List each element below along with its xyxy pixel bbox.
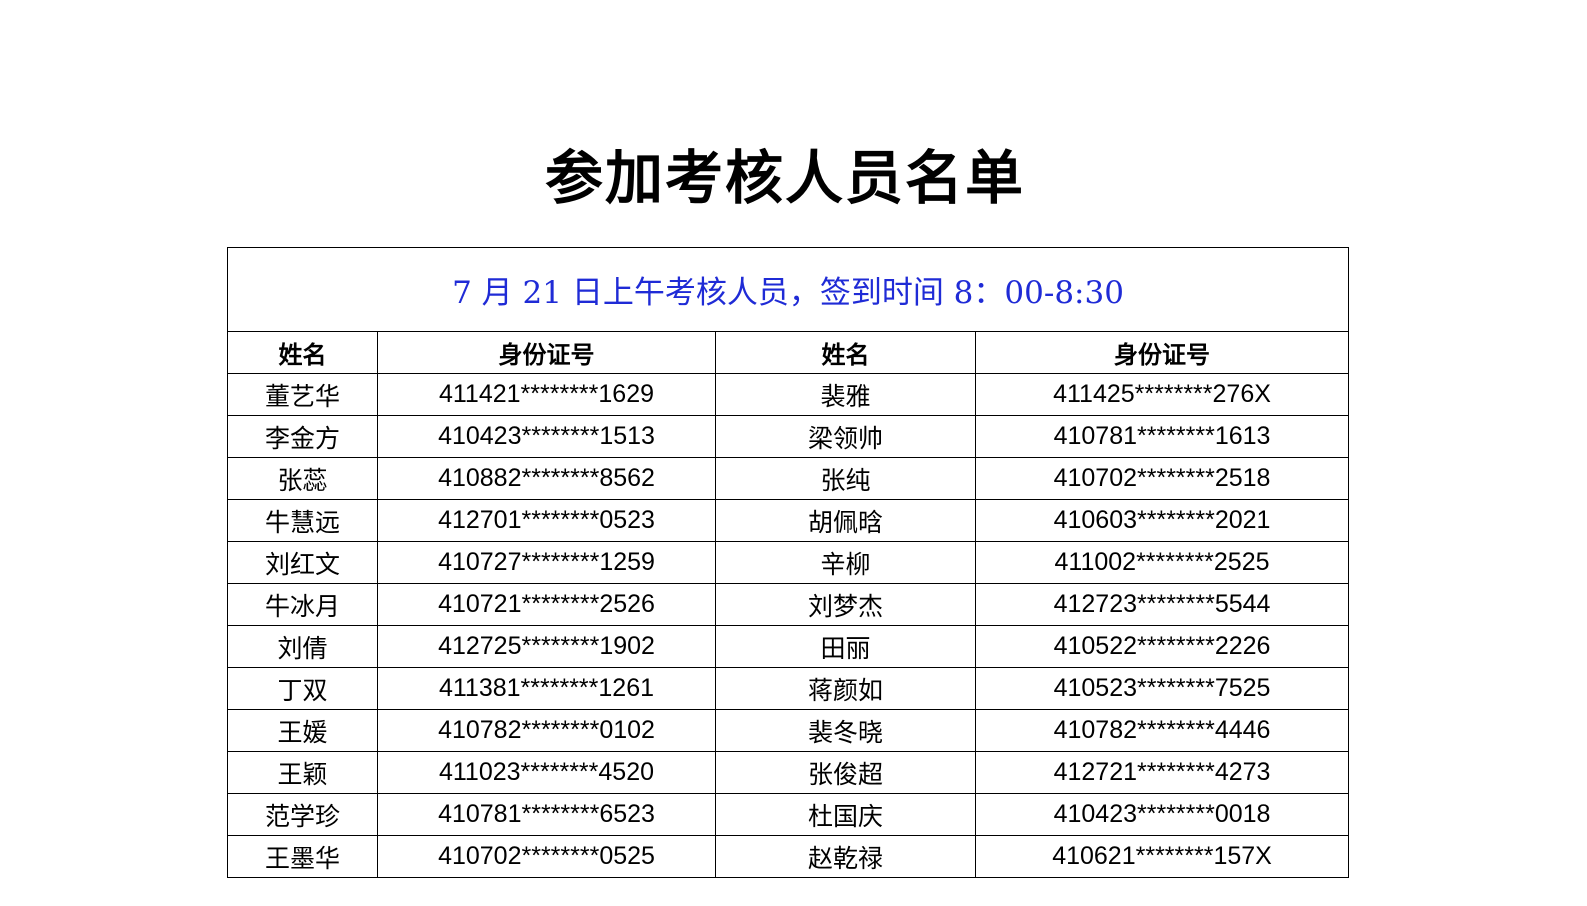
left-name-cell: 李金方 bbox=[227, 415, 378, 458]
left-name-cell: 董艺华 bbox=[227, 373, 378, 416]
column-header-name-right: 姓名 bbox=[715, 331, 976, 374]
right-id-cell: 410621********157X bbox=[974, 835, 1350, 878]
left-id-cell: 411381********1261 bbox=[377, 667, 716, 710]
left-id-cell: 410702********0525 bbox=[377, 835, 716, 878]
left-name-cell: 王颖 bbox=[227, 751, 378, 794]
table-row: 王颖 411023********4520 张俊超 412721********427… bbox=[227, 751, 1350, 794]
left-name-cell: 王墨华 bbox=[227, 835, 378, 878]
right-id-cell: 410523********7525 bbox=[974, 667, 1350, 710]
left-name-cell: 张蕊 bbox=[227, 457, 378, 500]
right-name-cell: 蒋颜如 bbox=[715, 667, 976, 710]
right-name-cell: 辛柳 bbox=[715, 541, 976, 584]
left-id-cell: 410781********6523 bbox=[377, 793, 716, 836]
left-id-cell: 412725********1902 bbox=[377, 625, 716, 668]
table-row: 张蕊 410882********8562 张纯 410702********2518 bbox=[227, 457, 1350, 500]
left-id-cell: 410882********8562 bbox=[377, 457, 716, 500]
left-id-cell: 412701********0523 bbox=[377, 499, 716, 542]
right-id-cell: 410522********2226 bbox=[974, 625, 1350, 668]
left-id-cell: 410423********1513 bbox=[377, 415, 716, 458]
table-row: 王媛 410782********0102 裴冬晓 410782********444… bbox=[227, 709, 1350, 752]
column-header-id-right: 身份证号 bbox=[974, 331, 1350, 374]
table-row: 牛冰月 410721********2526 刘梦杰 412723********55… bbox=[227, 583, 1350, 626]
left-id-cell: 411023********4520 bbox=[377, 751, 716, 794]
left-id-cell: 410782********0102 bbox=[377, 709, 716, 752]
right-name-cell: 赵乾禄 bbox=[715, 835, 976, 878]
right-id-cell: 411002********2525 bbox=[974, 541, 1350, 584]
right-id-cell: 412721********4273 bbox=[974, 751, 1350, 794]
table-row: 王墨华 410702********0525 赵乾禄 410621********15… bbox=[227, 835, 1350, 878]
roster-table: 7 月 21 日上午考核人员，签到时间 8：00-8:30 姓名 身份证号 姓名… bbox=[226, 247, 1350, 878]
right-id-cell: 412723********5544 bbox=[974, 583, 1350, 626]
table-row: 牛慧远 412701********0523 胡佩晗 410603********20… bbox=[227, 499, 1350, 542]
left-name-cell: 王媛 bbox=[227, 709, 378, 752]
left-name-cell: 牛慧远 bbox=[227, 499, 378, 542]
right-name-cell: 胡佩晗 bbox=[715, 499, 976, 542]
header-row: 姓名 身份证号 姓名 身份证号 bbox=[227, 331, 1350, 374]
table-row: 刘倩 412725********1902 田丽 410522********2226 bbox=[227, 625, 1350, 668]
left-name-cell: 范学珍 bbox=[227, 793, 378, 836]
left-id-cell: 411421********1629 bbox=[377, 373, 716, 416]
right-id-cell: 410603********2021 bbox=[974, 499, 1350, 542]
right-id-cell: 410782********4446 bbox=[974, 709, 1350, 752]
right-name-cell: 张纯 bbox=[715, 457, 976, 500]
left-name-cell: 刘红文 bbox=[227, 541, 378, 584]
right-name-cell: 裴雅 bbox=[715, 373, 976, 416]
table-row: 刘红文 410727********1259 辛柳 411002********252… bbox=[227, 541, 1350, 584]
table-row: 董艺华 411421********1629 裴雅 411425********276… bbox=[227, 373, 1350, 416]
table-row: 丁双 411381********1261 蒋颜如 410523********752… bbox=[227, 667, 1350, 710]
right-name-cell: 田丽 bbox=[715, 625, 976, 668]
table-row: 李金方 410423********1513 梁领帅 410781********16… bbox=[227, 415, 1350, 458]
right-name-cell: 张俊超 bbox=[715, 751, 976, 794]
left-name-cell: 丁双 bbox=[227, 667, 378, 710]
column-header-name-left: 姓名 bbox=[227, 331, 378, 374]
table-row: 范学珍 410781********6523 杜国庆 410423********00… bbox=[227, 793, 1350, 836]
right-id-cell: 410423********0018 bbox=[974, 793, 1350, 836]
right-id-cell: 411425********276X bbox=[974, 373, 1350, 416]
right-name-cell: 裴冬晓 bbox=[715, 709, 976, 752]
left-name-cell: 刘倩 bbox=[227, 625, 378, 668]
column-header-id-left: 身份证号 bbox=[377, 331, 716, 374]
left-id-cell: 410727********1259 bbox=[377, 541, 716, 584]
right-name-cell: 梁领帅 bbox=[715, 415, 976, 458]
session-heading: 7 月 21 日上午考核人员，签到时间 8：00-8:30 bbox=[226, 247, 1350, 332]
left-id-cell: 410721********2526 bbox=[377, 583, 716, 626]
left-name-cell: 牛冰月 bbox=[227, 583, 378, 626]
right-name-cell: 刘梦杰 bbox=[715, 583, 976, 626]
right-name-cell: 杜国庆 bbox=[715, 793, 976, 836]
right-id-cell: 410781********1613 bbox=[974, 415, 1350, 458]
document-title: 参加考核人员名单 bbox=[544, 144, 1025, 212]
right-id-cell: 410702********2518 bbox=[974, 457, 1350, 500]
session-row: 7 月 21 日上午考核人员，签到时间 8：00-8:30 bbox=[226, 247, 1350, 332]
